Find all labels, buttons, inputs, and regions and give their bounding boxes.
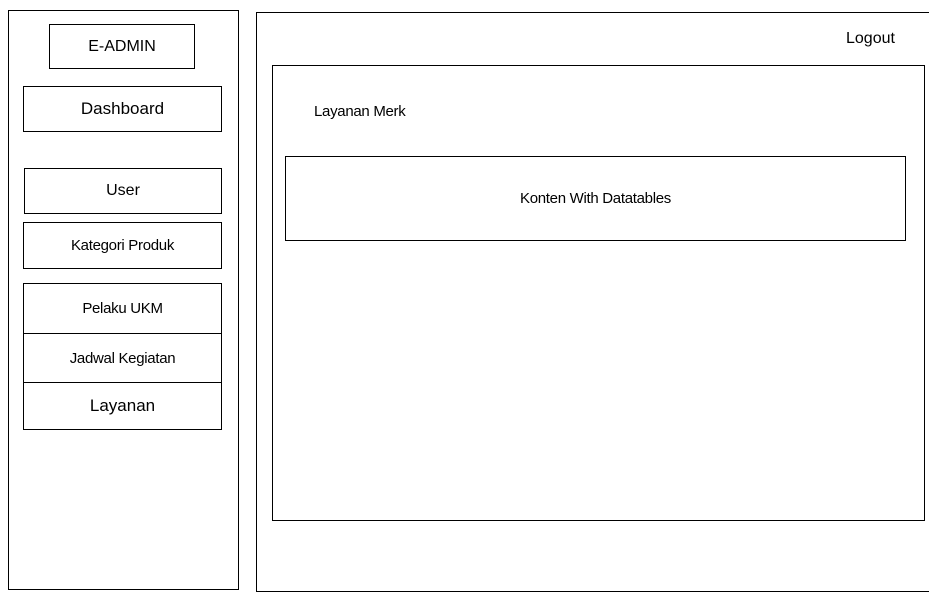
content-panel — [272, 65, 925, 521]
logout-link[interactable]: Logout — [846, 30, 895, 48]
sidebar-item-dashboard[interactable]: Dashboard — [23, 86, 222, 132]
sidebar-item-kategori-produk[interactable]: Kategori Produk — [23, 222, 222, 269]
sidebar-item-user[interactable]: User — [24, 168, 222, 214]
sidebar-item-jadwal-kegiatan[interactable]: Jadwal Kegiatan — [23, 333, 222, 383]
sidebar-item-pelaku-ukm[interactable]: Pelaku UKM — [23, 283, 222, 334]
sidebar-item-layanan[interactable]: Layanan — [23, 382, 222, 430]
brand-logo: E-ADMIN — [49, 24, 195, 69]
page-title: Layanan Merk — [314, 103, 406, 120]
datatable-placeholder: Konten With Datatables — [285, 156, 906, 241]
